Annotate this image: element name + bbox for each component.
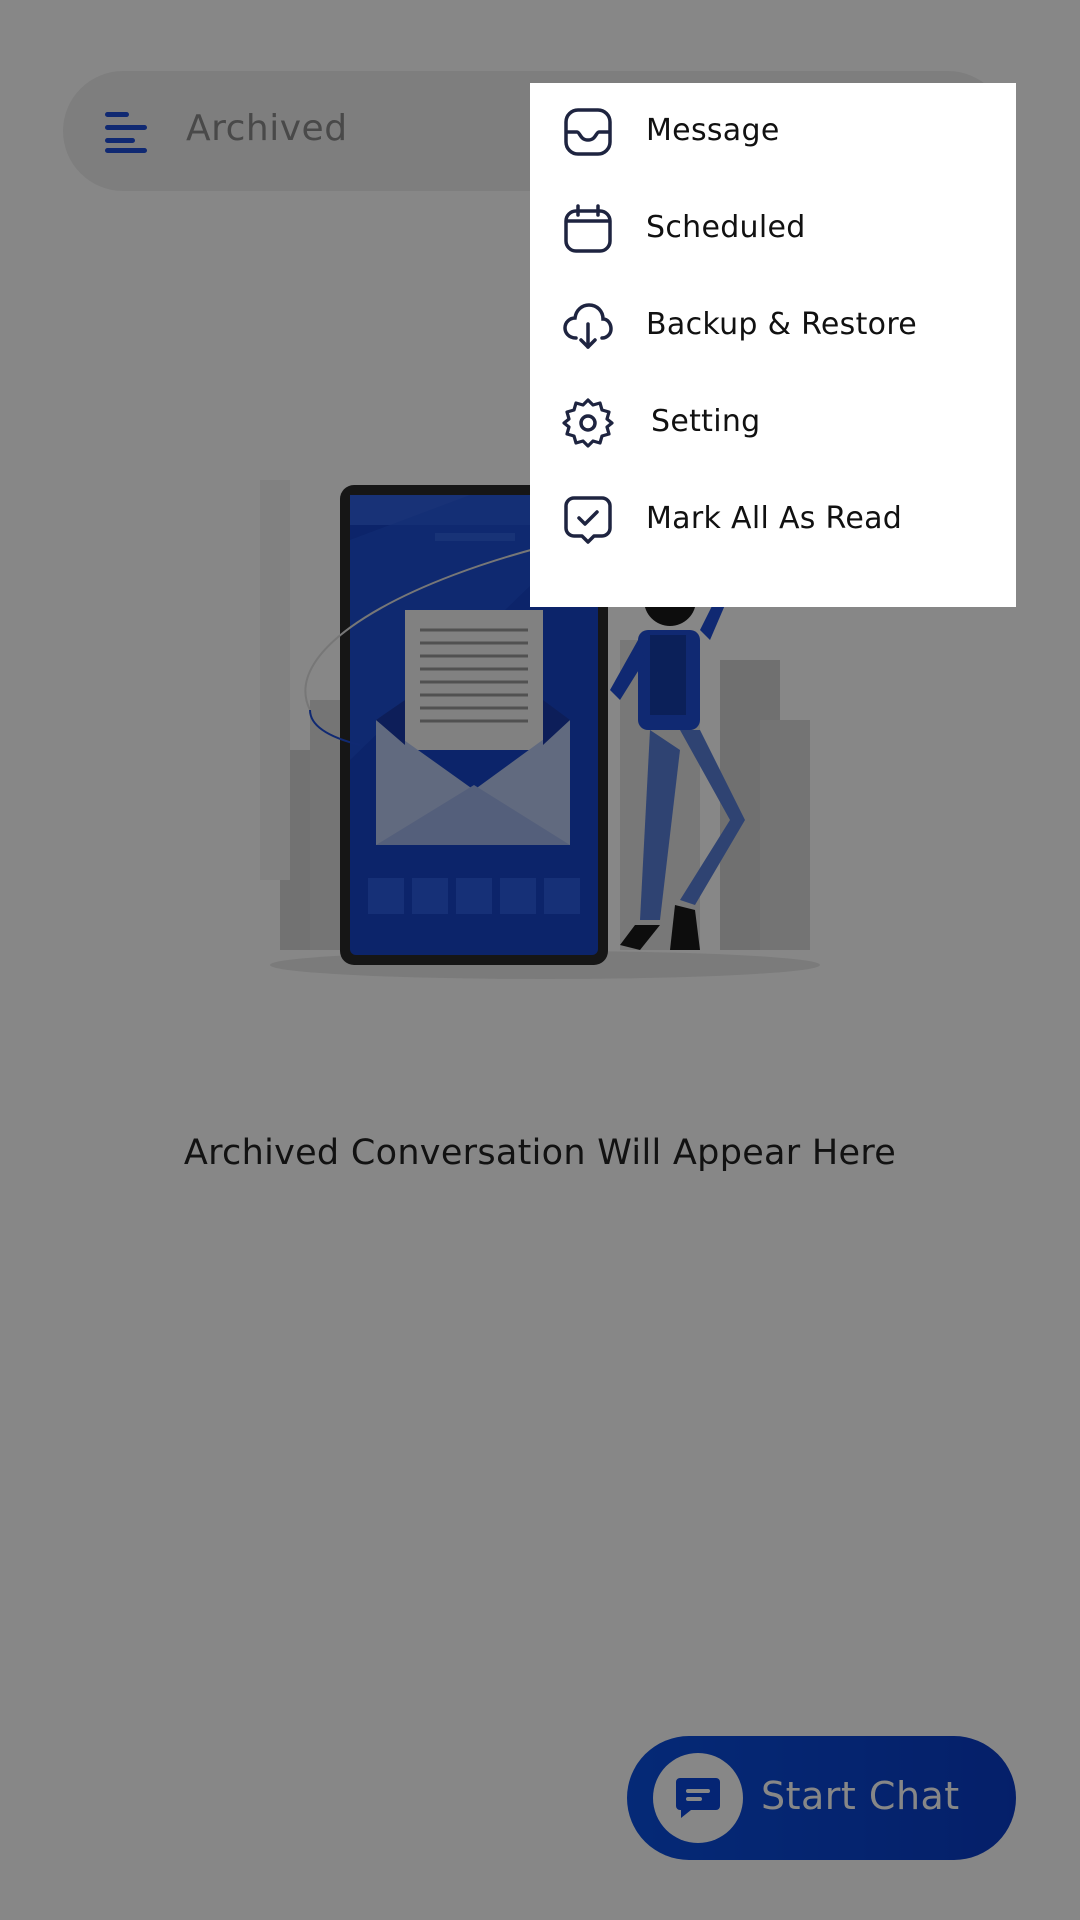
menu-item-scheduled[interactable]: Scheduled <box>530 180 1016 277</box>
inbox-icon <box>562 106 614 158</box>
menu-item-label: Mark All As Read <box>646 501 903 536</box>
menu-item-setting[interactable]: Setting <box>530 374 1016 471</box>
archived-screen: Archived Archived Conversation Will Appe… <box>0 0 1080 1920</box>
chat-check-icon <box>562 494 614 546</box>
gear-icon <box>562 397 614 449</box>
menu-item-label: Scheduled <box>646 210 806 245</box>
menu-item-message[interactable]: Message <box>530 83 1016 180</box>
menu-item-label: Setting <box>651 404 761 439</box>
calendar-icon <box>562 203 614 255</box>
menu-item-mark-all-read[interactable]: Mark All As Read <box>530 471 1016 568</box>
cloud-download-icon <box>562 300 614 352</box>
overflow-menu: Message Scheduled Backup & Restore Setti… <box>530 83 1016 607</box>
menu-item-label: Message <box>646 113 780 148</box>
menu-item-label: Backup & Restore <box>646 307 918 342</box>
menu-item-backup-restore[interactable]: Backup & Restore <box>530 277 1016 374</box>
